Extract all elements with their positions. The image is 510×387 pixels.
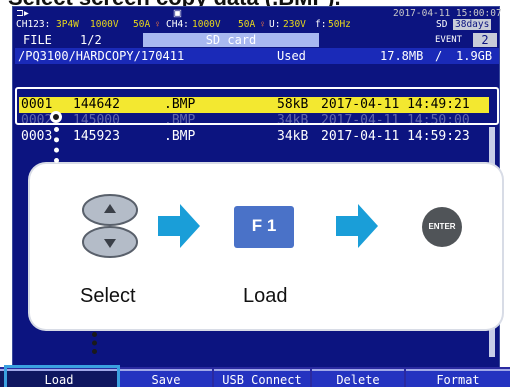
channel-info: CH123: [16,19,51,30]
instruction-panel: F 1 ENTER Select Load [30,164,502,329]
select-step-label: Select [80,285,136,307]
used-size: 17.8MB [380,49,424,63]
arrow-right-icon [158,204,200,248]
wiring-mode: 3P4W [56,19,79,30]
path-bar: /PQ3100/HARDCOPY/170411 Used 17.8MB / 1.… [15,48,499,64]
file-timestamp: 2017-04-11 14:59:23 [321,129,470,144]
f-label: f: [315,19,327,30]
file-extension: .BMP [164,129,196,144]
tab-bar: FILE 1/2 SD card EVENT 2 [15,33,499,47]
enter-key-label: ENTER [428,222,456,231]
fn-delete-button[interactable]: Delete [312,369,404,387]
fn-format-button[interactable]: Format [406,369,510,387]
tab-file[interactable]: FILE [23,33,52,47]
callout-connector [54,127,59,163]
f1-key-label: F 1 [251,216,277,235]
file-name: 145923 [73,129,120,144]
used-label: Used [277,49,306,63]
file-number: 0003 [21,129,53,144]
u-value: 230V [283,19,306,30]
fn-save-button[interactable]: Save [120,369,212,387]
event-count: 2 [473,33,497,47]
tab-sd-card[interactable]: SD card [143,33,319,47]
callout-dot [50,111,62,123]
arrow-right-icon [336,204,378,248]
ch4-voltage: 1000V [192,19,221,30]
current-range: 50A [133,19,151,30]
f-value: 50Hz [328,19,351,30]
callout-connector [92,332,97,354]
sd-card-icon: ▣ [173,8,182,19]
power-plug-icon: ⊐▸ [16,8,29,19]
clamp-icon: ♀ [259,19,267,30]
event-label: EVENT [435,35,463,45]
ch4-current: 50A [238,19,256,30]
size-separator: / [435,49,443,63]
ch4-label: CH4: [166,19,189,30]
voltage-range: 1000V [90,19,119,30]
load-key-highlight-frame [4,365,120,387]
sd-days-badge: 38days [453,19,492,30]
selection-highlight-frame [15,87,499,125]
page-indicator: 1/2 [80,33,102,47]
sd-label: SD [436,19,448,30]
folder-path: /PQ3100/HARDCOPY/170411 [18,49,185,63]
load-step-label: Load [243,285,288,307]
file-size: 34kB [277,129,309,144]
status-datetime: 2017-04-11 15:00:07 [393,8,502,19]
file-row[interactable]: 0003 145923 .BMP 34kB 2017-04-11 14:59:23 [19,129,489,145]
clamp-icon: ♀ [154,19,162,30]
fn-usb-connect-button[interactable]: USB Connect [214,369,310,387]
u-label: U: [269,19,281,30]
stage: Select screen copy data (.BMP). ⊐▸ ▣ 201… [0,0,510,387]
total-size: 1.9GB [456,49,493,63]
up-down-keys-icon [82,194,138,258]
